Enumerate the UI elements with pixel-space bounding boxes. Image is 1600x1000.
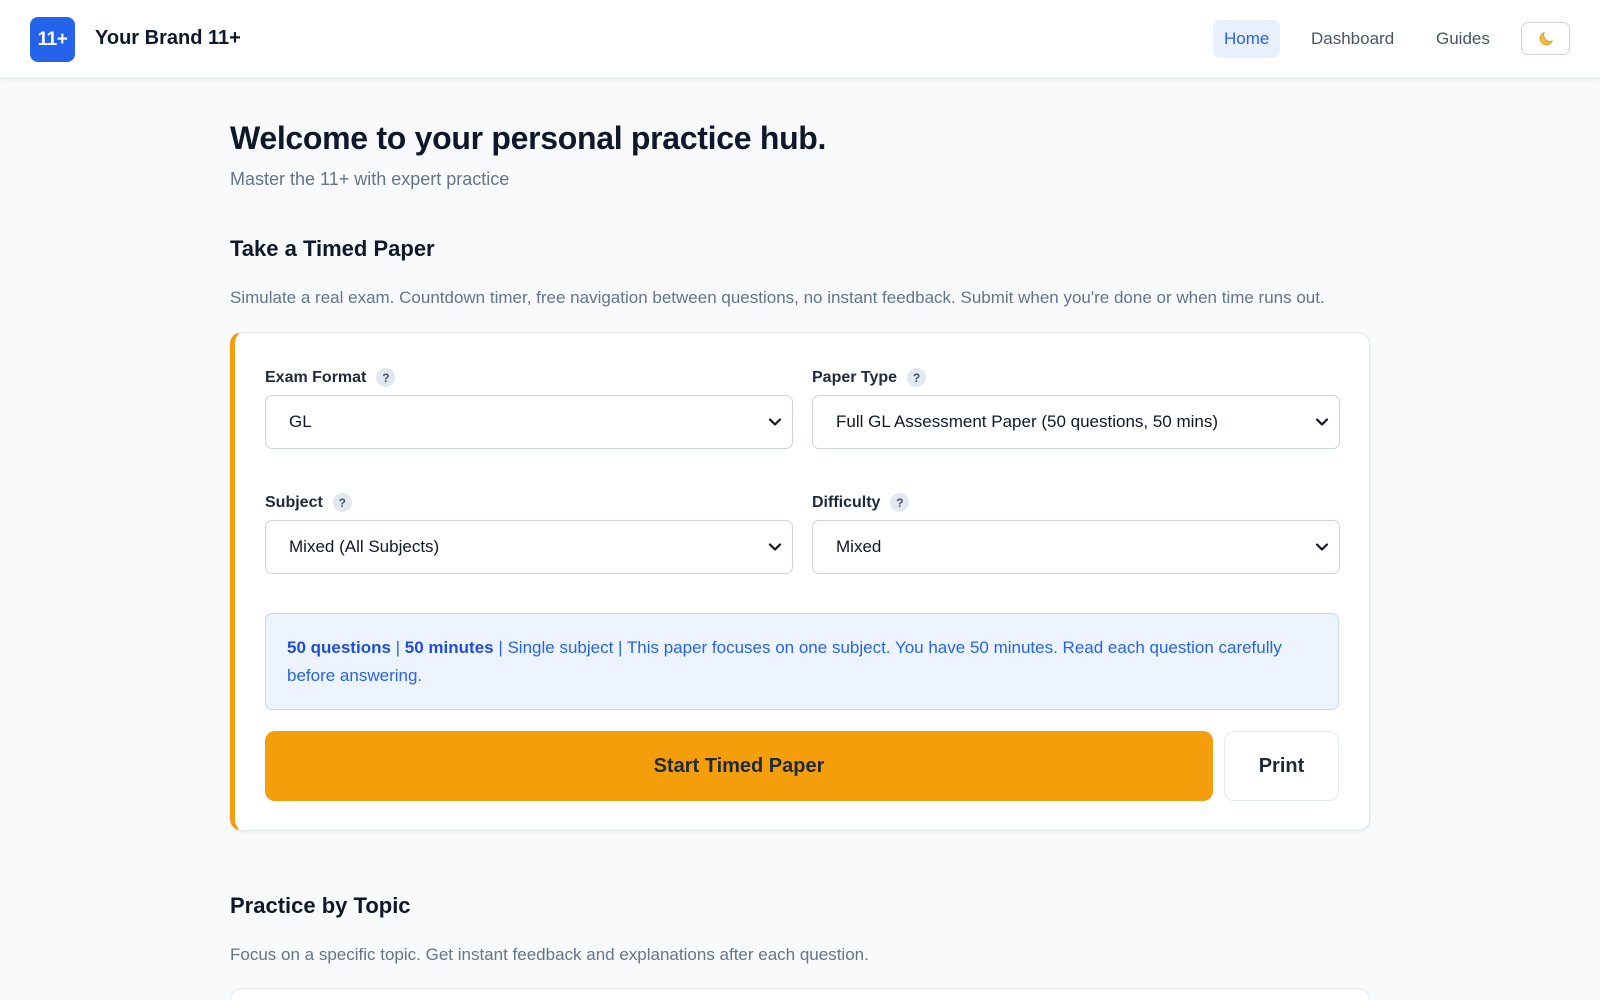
subject-value: Mixed (All Subjects) <box>289 537 440 556</box>
info-separator: | <box>390 638 405 657</box>
difficulty-select[interactable]: Mixed <box>812 520 1340 574</box>
nav-guides[interactable]: Guides <box>1425 20 1501 58</box>
exam-format-select[interactable]: GL <box>265 395 793 449</box>
timed-paper-description: Simulate a real exam. Countdown timer, f… <box>230 288 1325 307</box>
chevron-down-icon <box>768 543 782 551</box>
exam-format-label: Exam Format ? <box>265 368 396 387</box>
nav-home[interactable]: Home <box>1213 20 1281 58</box>
exam-format-help-icon[interactable]: ? <box>376 368 396 387</box>
paper-type-label-text: Paper Type <box>812 368 898 386</box>
chevron-down-icon <box>1315 418 1329 426</box>
info-minutes: 50 minutes <box>404 638 494 657</box>
brand-name[interactable]: Your Brand 11+ <box>95 27 241 50</box>
page-subtitle: Master the 11+ with expert practice <box>230 169 510 189</box>
brand-logo[interactable]: 11+ <box>30 17 75 62</box>
practice-topic-heading: Practice by Topic <box>230 893 411 918</box>
practice-topic-description: Focus on a specific topic. Get instant f… <box>230 945 869 964</box>
difficulty-label: Difficulty ? <box>812 493 910 512</box>
chevron-down-icon <box>768 418 782 426</box>
top-navigation-bar: 11+ Your Brand 11+ Home Dashboard Guides <box>0 0 1600 79</box>
exam-format-label-text: Exam Format <box>265 368 367 386</box>
practice-topic-card <box>230 988 1370 1000</box>
paper-info-box: 50 questions | 50 minutes | Single subje… <box>265 613 1339 710</box>
timed-paper-card: Exam Format ? GL Paper Type ? Full GL As… <box>230 332 1370 831</box>
paper-type-help-icon[interactable]: ? <box>907 368 927 387</box>
paper-type-select[interactable]: Full GL Assessment Paper (50 questions, … <box>812 395 1340 449</box>
start-timed-paper-button[interactable]: Start Timed Paper <box>265 731 1213 801</box>
nav-dashboard[interactable]: Dashboard <box>1300 20 1405 58</box>
subject-label: Subject ? <box>265 493 352 512</box>
difficulty-label-text: Difficulty <box>812 493 881 511</box>
print-button[interactable]: Print <box>1224 731 1339 801</box>
chevron-down-icon <box>1315 543 1329 551</box>
timed-paper-heading: Take a Timed Paper <box>230 236 435 261</box>
subject-select[interactable]: Mixed (All Subjects) <box>265 520 793 574</box>
subject-help-icon[interactable]: ? <box>332 493 352 512</box>
paper-type-value: Full GL Assessment Paper (50 questions, … <box>836 412 1219 431</box>
difficulty-help-icon[interactable]: ? <box>890 493 910 512</box>
page-title: Welcome to your personal practice hub. <box>230 120 827 156</box>
paper-type-label: Paper Type ? <box>812 368 927 387</box>
subject-label-text: Subject <box>265 493 323 511</box>
info-questions: 50 questions <box>287 638 391 657</box>
theme-toggle-button[interactable] <box>1521 22 1570 55</box>
moon-icon <box>1539 31 1553 45</box>
exam-format-value: GL <box>289 412 312 431</box>
difficulty-value: Mixed <box>836 537 882 556</box>
